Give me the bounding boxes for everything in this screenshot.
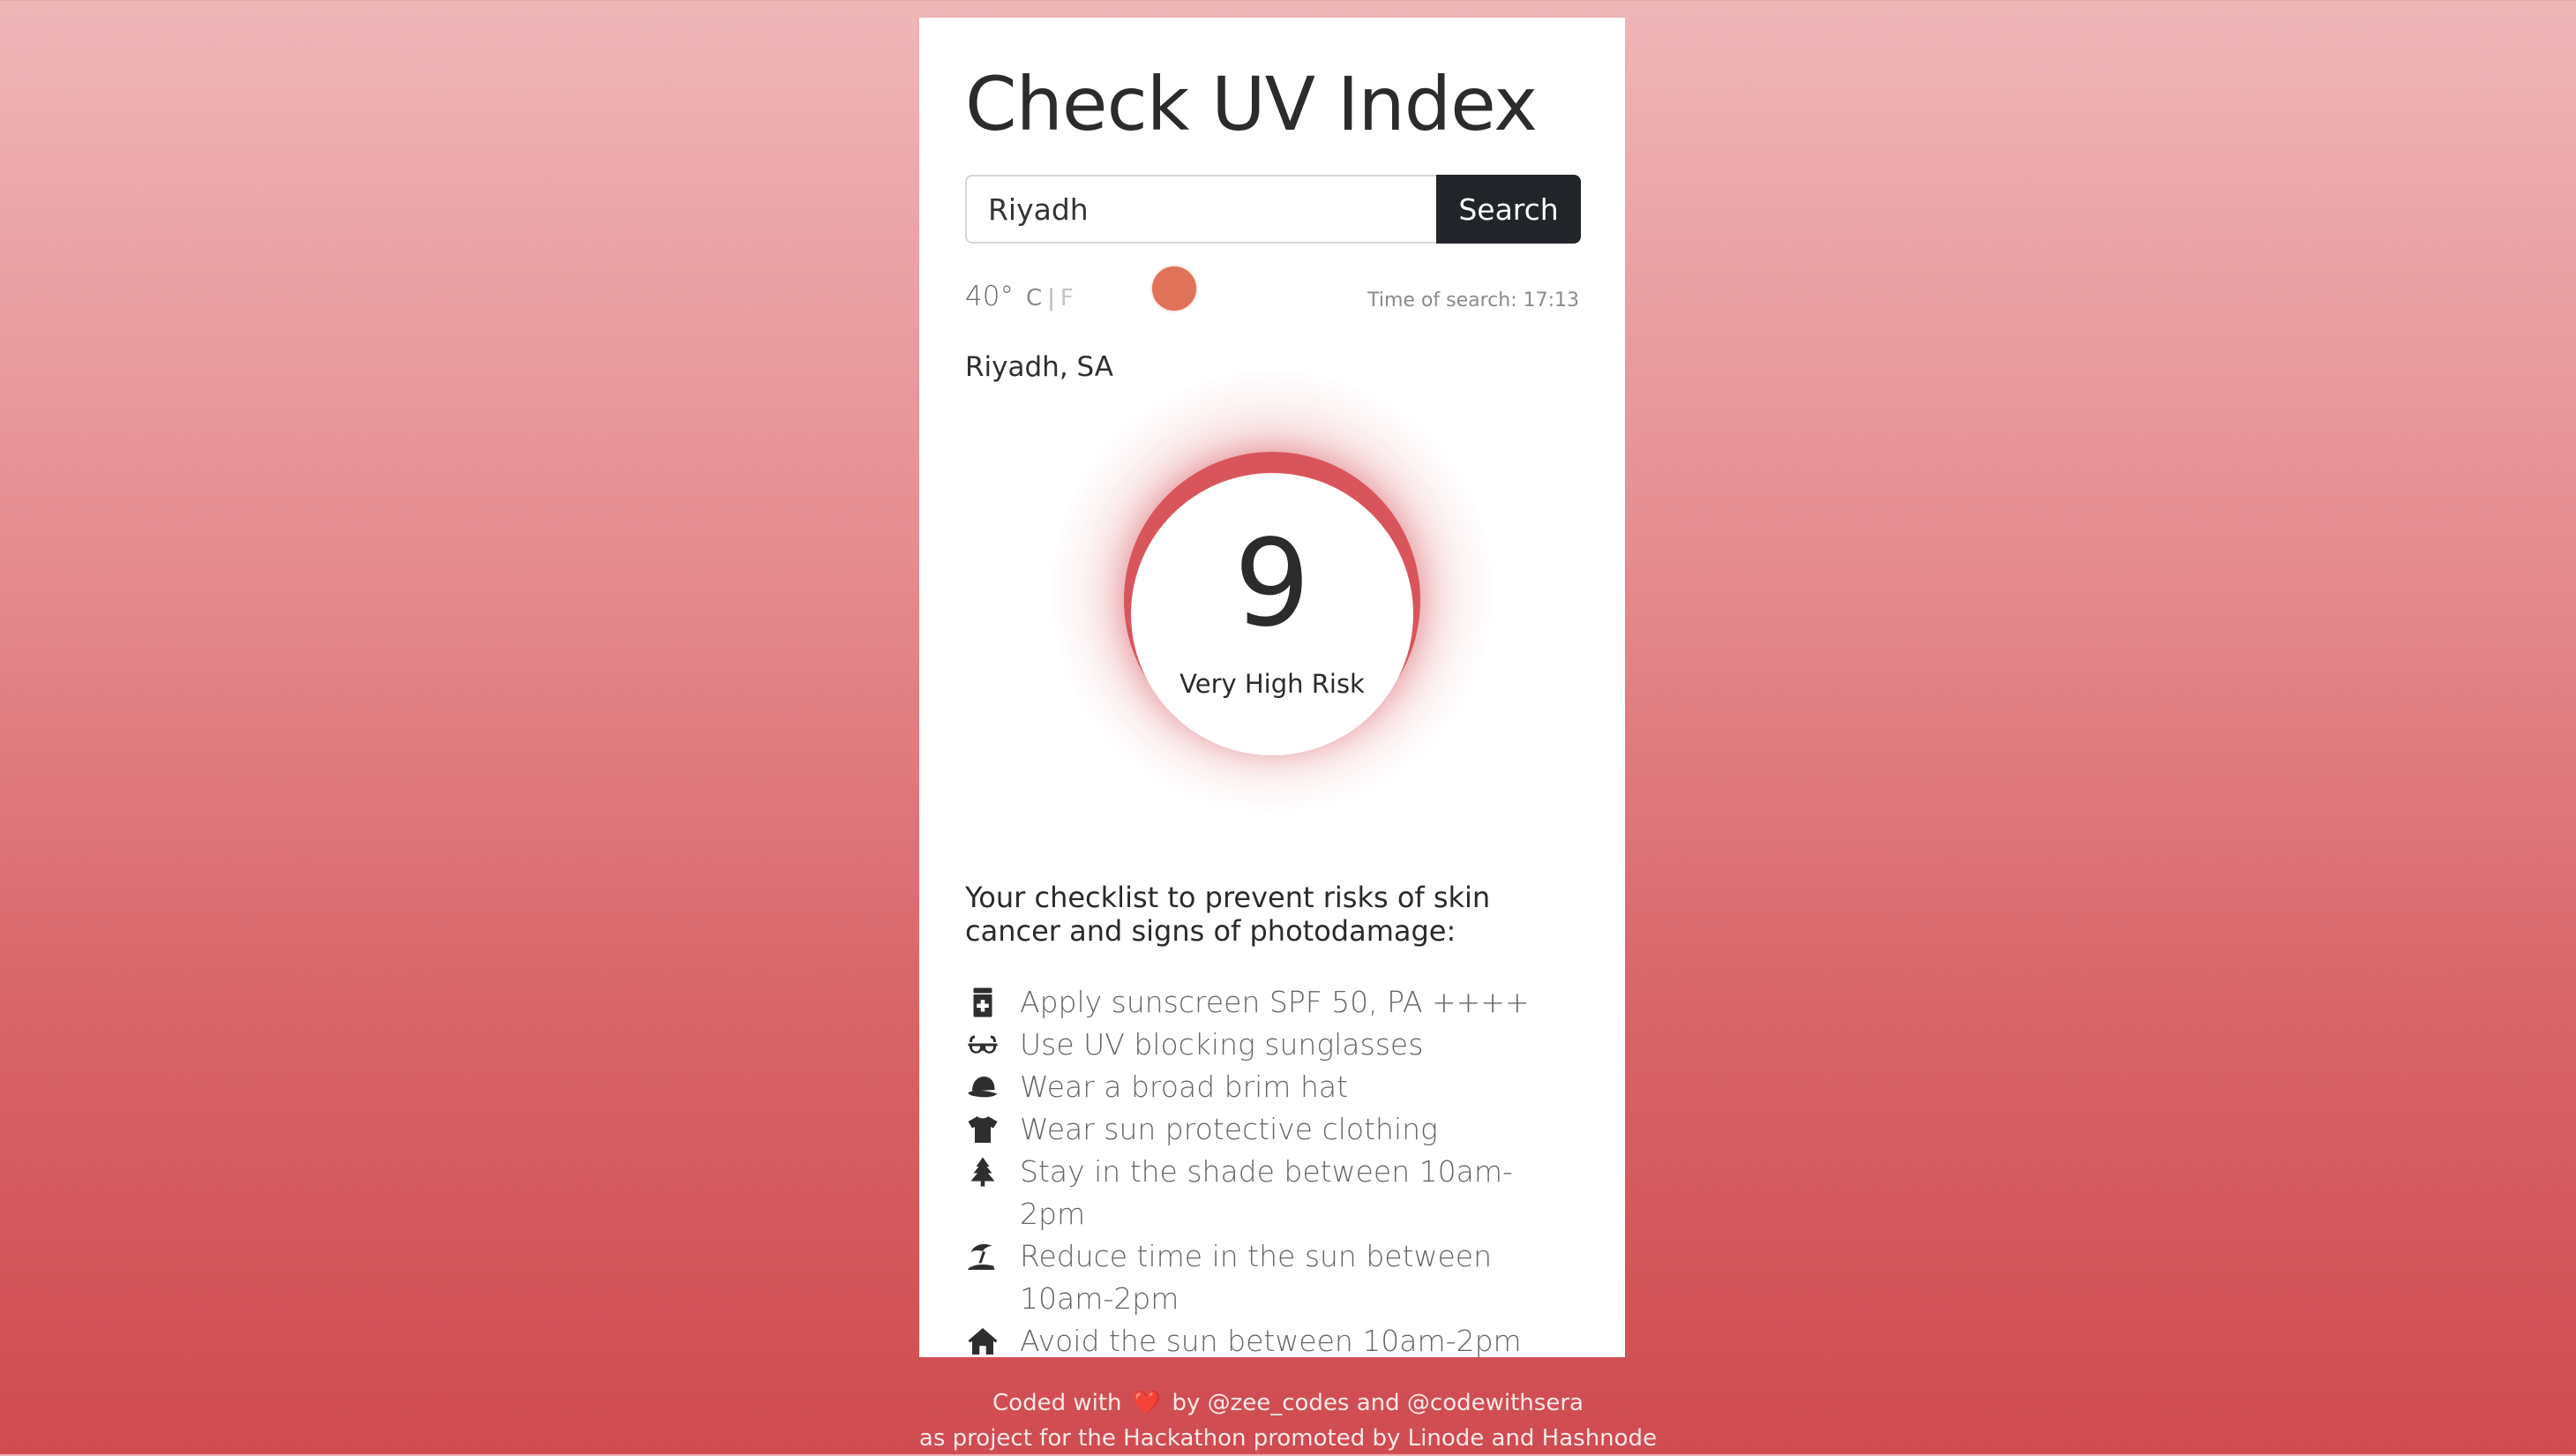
unit-separator: |: [1047, 285, 1055, 311]
checklist-item: Wear a broad brim hat: [965, 1066, 1583, 1108]
unit-toggle: C | F: [1026, 285, 1074, 311]
checklist-item-text: Wear sun protective clothing: [1020, 1112, 1438, 1146]
sun-icon: [1152, 266, 1196, 311]
footer-authors: by @zee_codes and @codewithsera: [1172, 1390, 1584, 1416]
search-button[interactable]: Search: [1436, 175, 1581, 244]
checklist-item-text: Apply sunscreen SPF 50, PA ++++: [1020, 985, 1530, 1019]
checklist-item: Stay in the shade between 10am-2pm: [965, 1151, 1583, 1235]
glasses-icon: [965, 1024, 1000, 1066]
footer-prefix: Coded with: [992, 1390, 1122, 1416]
umbrella-beach-icon: [965, 1235, 1000, 1278]
checklist-item-text: Reduce time in the sun between 10am-2pm: [1020, 1239, 1493, 1316]
fahrenheit-toggle[interactable]: F: [1060, 285, 1074, 311]
checklist-heading: Your checklist to prevent risks of skin …: [965, 881, 1491, 948]
page-title: Check UV Index: [965, 61, 1538, 147]
checklist-item: Reduce time in the sun between 10am-2pm: [965, 1235, 1583, 1320]
location-label: Riyadh, SA: [965, 351, 1113, 383]
checklist-item: Avoid the sun between 10am-2pm: [965, 1320, 1583, 1362]
tree-icon: [965, 1151, 1000, 1193]
tshirt-icon: [965, 1108, 1000, 1151]
checklist-item-text: Stay in the shade between 10am-2pm: [1020, 1154, 1513, 1231]
uv-card: Check UV Index Search 40° C | F Time of …: [919, 18, 1625, 1358]
uv-index-circle: 9 Very High Risk: [1131, 473, 1413, 755]
celsius-toggle[interactable]: C: [1026, 285, 1042, 311]
checklist-item: Apply sunscreen SPF 50, PA ++++: [965, 981, 1583, 1024]
footer-credits: Coded with ❤️ by @zee_codes and @codewit…: [882, 1385, 1694, 1421]
checklist: Apply sunscreen SPF 50, PA ++++ Use UV b…: [965, 981, 1583, 1362]
sunscreen-bottle-icon: [965, 981, 1000, 1024]
heart-icon: ❤️: [1132, 1390, 1162, 1416]
footer: Coded with ❤️ by @zee_codes and @codewit…: [882, 1385, 1694, 1456]
home-icon: [965, 1320, 1000, 1362]
checklist-item-text: Use UV blocking sunglasses: [1020, 1027, 1424, 1062]
checklist-item-text: Avoid the sun between 10am-2pm: [1020, 1324, 1522, 1358]
footer-hackathon-note: as project for the Hackathon promoted by…: [918, 1425, 1658, 1452]
search-bar: Search: [965, 175, 1581, 244]
search-input[interactable]: [965, 175, 1436, 244]
uv-index-value: 9: [1233, 514, 1311, 654]
checklist-item: Use UV blocking sunglasses: [965, 1024, 1583, 1066]
temperature-value: 40°: [965, 281, 1014, 312]
temperature-row: 40° C | F: [965, 281, 1074, 325]
checklist-item-text: Wear a broad brim hat: [1020, 1069, 1349, 1104]
checklist-item: Wear sun protective clothing: [965, 1108, 1583, 1151]
uv-risk-label: Very High Risk: [1179, 669, 1365, 699]
hat-icon: [965, 1066, 1000, 1108]
search-time: Time of search: 17:13: [1367, 289, 1579, 311]
